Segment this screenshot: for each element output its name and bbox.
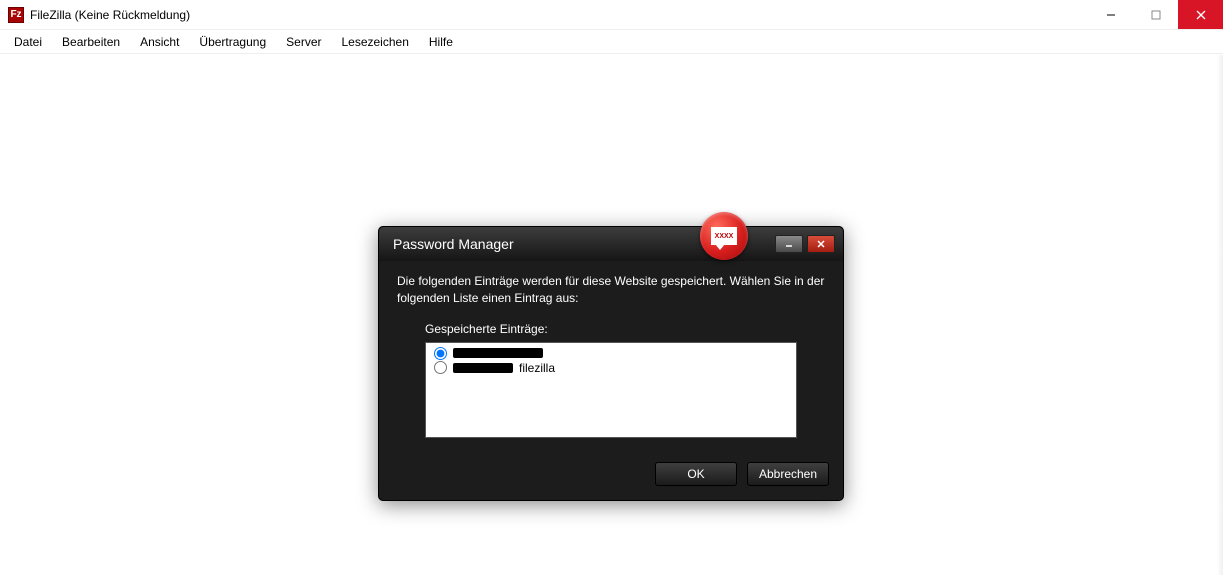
badge-speech-icon: XXXX	[711, 227, 737, 245]
entry-row[interactable]	[434, 347, 788, 360]
menu-uebertragung[interactable]: Übertragung	[189, 32, 276, 52]
menu-datei[interactable]: Datei	[4, 32, 52, 52]
dialog-minimize-button[interactable]	[775, 235, 803, 253]
entries-label: Gespeicherte Einträge:	[425, 322, 825, 336]
maximize-button[interactable]	[1133, 0, 1178, 29]
minimize-button[interactable]	[1088, 0, 1133, 29]
dialog-body: Die folgenden Einträge werden für diese …	[379, 261, 843, 454]
menu-lesezeichen[interactable]: Lesezeichen	[331, 32, 418, 52]
dialog-description: Die folgenden Einträge werden für diese …	[397, 273, 825, 308]
window-title: FileZilla (Keine Rückmeldung)	[30, 8, 190, 22]
password-badge-icon: XXXX	[700, 212, 748, 260]
dialog-footer: OK Abbrechen	[379, 454, 843, 500]
entry-radio[interactable]	[434, 347, 447, 360]
menu-server[interactable]: Server	[276, 32, 331, 52]
entry-suffix: filezilla	[519, 360, 555, 376]
cancel-button[interactable]: Abbrechen	[747, 462, 829, 486]
dialog-title: Password Manager	[393, 236, 514, 252]
dialog-titlebar[interactable]: Password Manager	[379, 227, 843, 261]
menu-hilfe[interactable]: Hilfe	[419, 32, 463, 52]
menu-ansicht[interactable]: Ansicht	[130, 32, 189, 52]
entry-row[interactable]: filezilla	[434, 360, 788, 376]
redacted-text	[453, 348, 543, 358]
dialog-close-button[interactable]	[807, 235, 835, 253]
right-edge-shadow	[1217, 55, 1223, 575]
main-titlebar: Fz FileZilla (Keine Rückmeldung)	[0, 0, 1223, 30]
entries-listbox[interactable]: filezilla	[425, 342, 797, 438]
app-icon: Fz	[8, 7, 24, 23]
close-button[interactable]	[1178, 0, 1223, 29]
menu-bearbeiten[interactable]: Bearbeiten	[52, 32, 130, 52]
password-manager-dialog: Password Manager Die folgenden Einträge …	[378, 226, 844, 501]
entry-radio[interactable]	[434, 361, 447, 374]
menubar: Datei Bearbeiten Ansicht Übertragung Ser…	[0, 30, 1223, 54]
window-controls	[1088, 0, 1223, 29]
ok-button[interactable]: OK	[655, 462, 737, 486]
redacted-text	[453, 363, 513, 373]
